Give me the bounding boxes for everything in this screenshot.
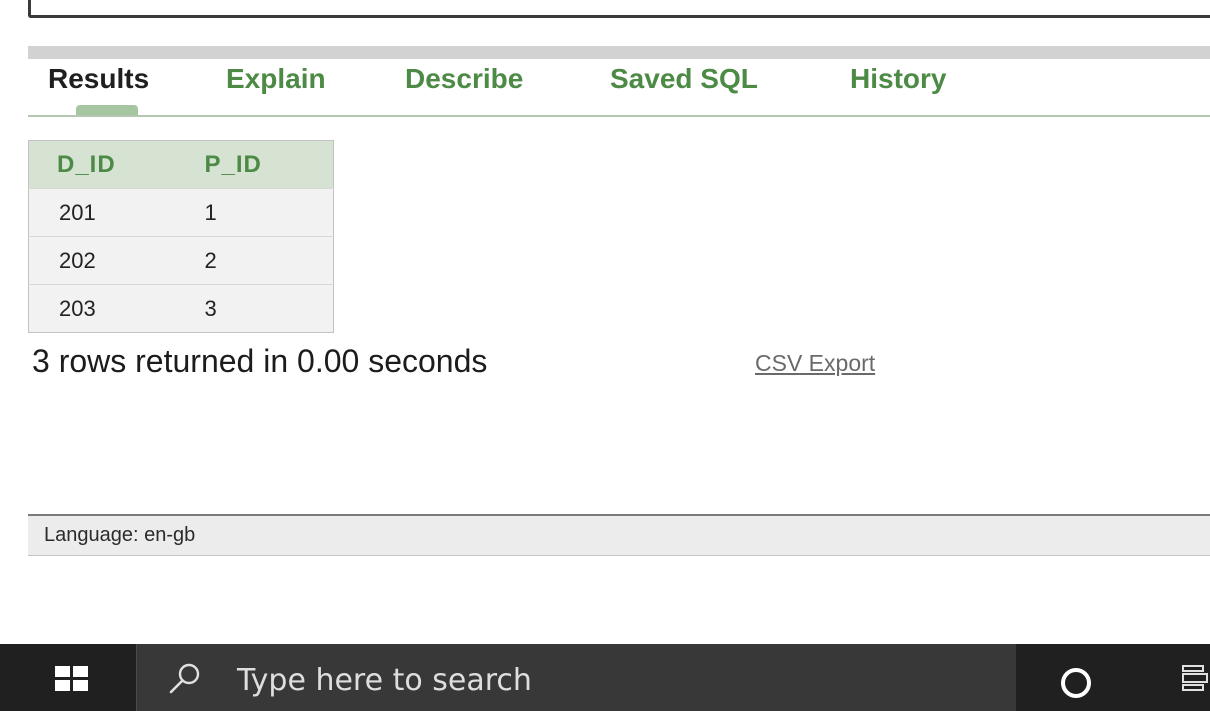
results-table: D_ID P_ID 201 1 202 2 203 3 xyxy=(28,140,334,333)
cell-p-id: 2 xyxy=(182,236,334,285)
windows-taskbar: Type here to search xyxy=(0,644,1210,711)
start-button[interactable] xyxy=(0,644,136,711)
tab-history[interactable]: History xyxy=(850,63,946,95)
cell-d-id: 202 xyxy=(28,236,183,285)
cell-p-id: 1 xyxy=(182,188,334,237)
column-header-p-id: P_ID xyxy=(182,140,334,189)
rows-returned-status: 3 rows returned in 0.00 seconds xyxy=(32,343,488,379)
task-view-icon[interactable] xyxy=(1180,664,1210,692)
language-label: Language: en-gb xyxy=(44,524,196,546)
search-placeholder: Type here to search xyxy=(237,663,532,698)
search-icon xyxy=(169,663,200,694)
tab-strip-divider xyxy=(28,46,1210,59)
table-header-row: D_ID P_ID xyxy=(28,140,334,189)
result-tabs: Results Explain Describe Saved SQL Histo… xyxy=(28,59,1210,117)
sql-editor-bottom-edge xyxy=(28,0,1210,18)
tab-describe[interactable]: Describe xyxy=(405,63,523,95)
table-row: 202 2 xyxy=(28,236,334,285)
language-bar: Language: en-gb xyxy=(28,514,1210,556)
cell-d-id: 201 xyxy=(28,188,183,237)
table-row: 201 1 xyxy=(28,188,334,237)
csv-export-link[interactable]: CSV Export xyxy=(755,350,875,377)
windows-logo-icon xyxy=(55,666,88,691)
tab-results[interactable]: Results xyxy=(48,63,149,95)
cortana-icon[interactable] xyxy=(1061,668,1091,698)
taskbar-search-box[interactable]: Type here to search xyxy=(136,644,1016,711)
column-header-d-id: D_ID xyxy=(28,140,183,189)
tab-saved-sql[interactable]: Saved SQL xyxy=(610,63,758,95)
active-tab-indicator xyxy=(76,105,138,115)
cell-d-id: 203 xyxy=(28,284,183,333)
cell-p-id: 3 xyxy=(182,284,334,333)
tab-explain[interactable]: Explain xyxy=(226,63,326,95)
table-row: 203 3 xyxy=(28,284,334,333)
